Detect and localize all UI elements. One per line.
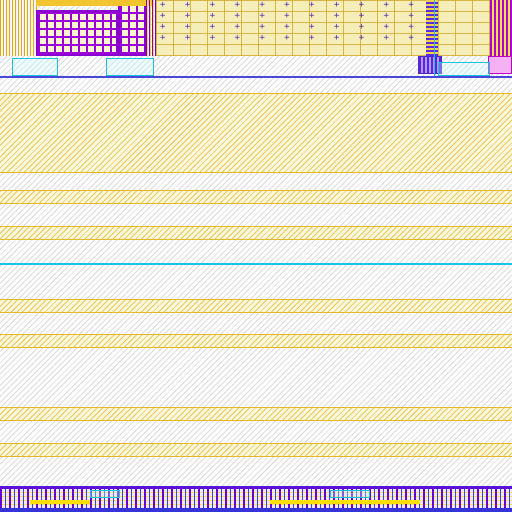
- cell-right-spine: [426, 0, 438, 56]
- routing-band-4[interactable]: [0, 299, 512, 313]
- cyan-rail-center[interactable]: [0, 263, 512, 265]
- cell-block-left[interactable]: [36, 10, 118, 56]
- bottom-pin-2[interactable]: [330, 490, 370, 498]
- routing-band-7[interactable]: [0, 443, 512, 457]
- layout-canvas[interactable]: + + + + + + + + + + + + + + + + + + + + +…: [0, 0, 512, 512]
- routing-band-2[interactable]: [0, 190, 512, 204]
- routing-band-1[interactable]: [0, 93, 512, 173]
- bottom-yellow-strip-2: [270, 500, 420, 504]
- bottom-rail-bottom: [0, 508, 512, 512]
- plus-row-0: + + + + + + + + + + + + + + + +: [160, 0, 421, 10]
- bottom-cell-row[interactable]: [0, 486, 512, 512]
- cell-left-rail: [36, 0, 154, 6]
- cell-left-edge: [146, 0, 156, 56]
- cell-left-stripes: [0, 0, 38, 56]
- bottom-rail-top: [0, 486, 512, 489]
- routing-band-5[interactable]: [0, 334, 512, 348]
- cell-right-pin: [488, 56, 512, 74]
- power-rail-top[interactable]: [0, 76, 512, 78]
- pin-box-2[interactable]: [106, 58, 154, 76]
- cell-block-plus-array[interactable]: + + + + + + + + + + + + + + + + + + + + +…: [156, 0, 426, 56]
- cell-right-edge: [490, 0, 512, 62]
- plus-row-1: + + + + + + + + + + + + + + + +: [160, 11, 421, 21]
- bottom-pin-1[interactable]: [90, 490, 120, 498]
- top-cell-row: + + + + + + + + + + + + + + + + + + + + +…: [0, 0, 512, 78]
- plus-row-2: + + + + + + + + + + + + + + + +: [160, 22, 421, 32]
- bottom-yellow-strip-1: [30, 500, 90, 504]
- cell-block-left-tab: [118, 4, 146, 56]
- routing-band-3[interactable]: [0, 226, 512, 240]
- pin-box-3[interactable]: [438, 62, 490, 76]
- routing-band-6[interactable]: [0, 407, 512, 421]
- cell-block-right[interactable]: [438, 0, 490, 56]
- plus-row-3: + + + + + + + + + + + + + + + +: [160, 33, 421, 43]
- pin-box-1[interactable]: [12, 58, 58, 76]
- cyan-guide-line: [434, 0, 435, 78]
